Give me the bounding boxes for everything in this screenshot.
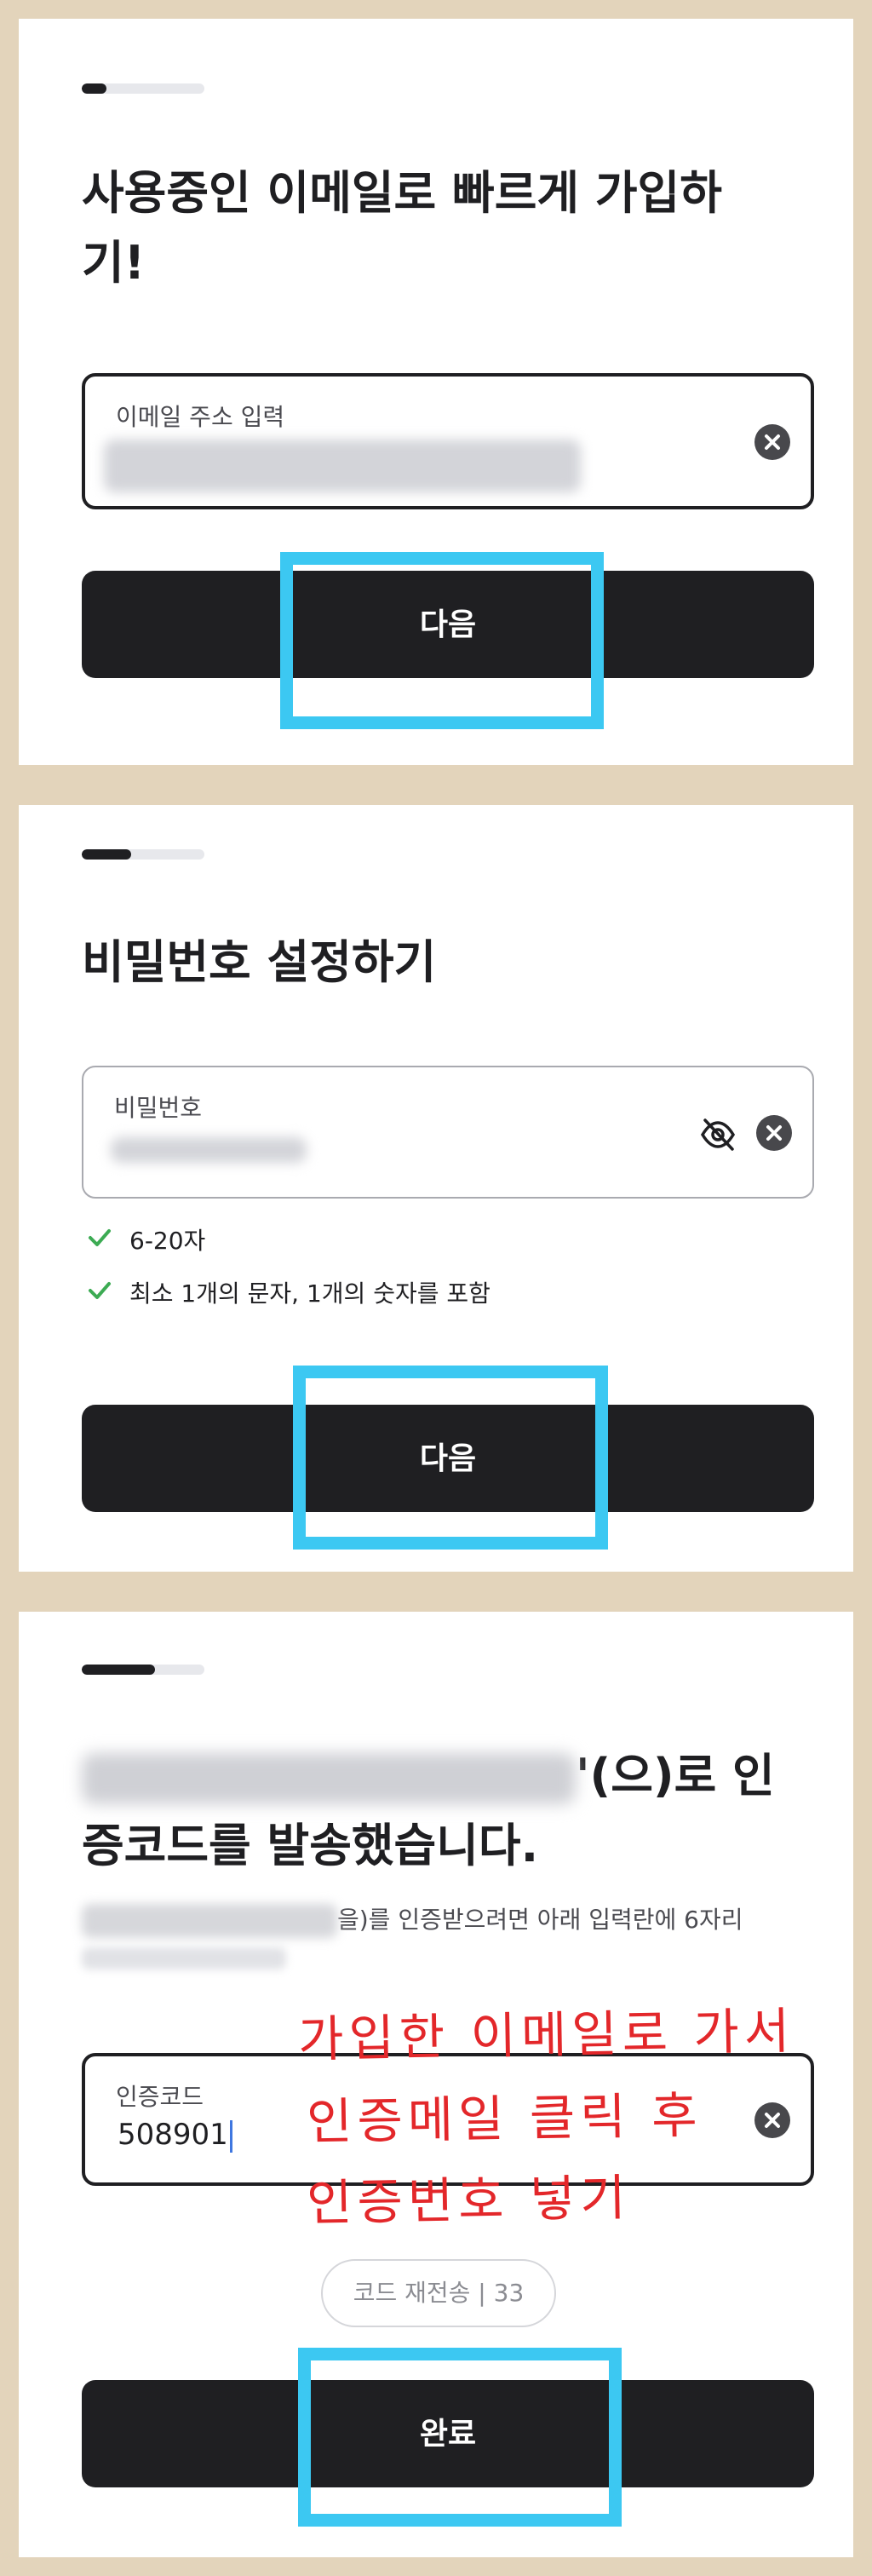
clear-icon[interactable] [756, 1115, 792, 1151]
password-rule-text: 6-20자 [129, 1227, 206, 1255]
description-text: 을)를 인증받으려면 아래 입력란에 6자리 [337, 1906, 743, 1934]
annotation-line: 가입한 이메일로 가서 [297, 2001, 795, 2069]
progress-bar [82, 83, 204, 94]
code-value: 508901 [118, 2118, 228, 2152]
next-button-label: 다음 [419, 1440, 477, 1475]
verification-description: 을)를 인증받으려면 아래 입력란에 6자리 [82, 1901, 814, 1976]
resend-code-button[interactable]: 코드 재전송 | 33 [321, 2259, 556, 2327]
email-redacted [82, 1904, 337, 1938]
password-field-label: 비밀번호 [114, 1094, 203, 1122]
clear-icon[interactable] [754, 424, 790, 460]
eye-off-icon[interactable] [698, 1115, 737, 1154]
title-line-1: 사용중인 이메일로 빠르게 가입하 [82, 166, 722, 220]
progress-fill [82, 1665, 156, 1675]
progress-fill [82, 849, 131, 860]
next-button[interactable]: 다음 [82, 1405, 814, 1512]
annotation-line: 인증메일 클릭 후 [306, 2085, 703, 2152]
code-field-label: 인증코드 [116, 2083, 204, 2111]
password-step-card: 비밀번호 설정하기 비밀번호 6-20자 최소 1개의 문자, 1개의 숫자를 … [19, 805, 853, 1572]
check-icon [89, 1229, 111, 1246]
password-value-masked [111, 1137, 307, 1163]
next-button[interactable]: 다음 [82, 571, 814, 678]
submit-button[interactable]: 완료 [82, 2380, 814, 2487]
title-line-2: 기! [82, 236, 146, 290]
password-field[interactable]: 비밀번호 [82, 1066, 814, 1199]
title-line-2: 증코드를 발송했습니다. [82, 1819, 539, 1872]
code-field-value: 508901 [118, 2118, 232, 2153]
page-title: 비밀번호 설정하기 [82, 935, 437, 989]
clear-icon[interactable] [754, 2102, 790, 2138]
email-field[interactable]: 이메일 주소 입력 [82, 373, 814, 509]
submit-button-label: 완료 [419, 2416, 477, 2451]
email-redacted [82, 1753, 576, 1805]
page-title: '(으)로 인 증코드를 발송했습니다. [82, 1741, 814, 1881]
email-step-card: 사용중인 이메일로 빠르게 가입하 기! 이메일 주소 입력 다음 [19, 19, 853, 765]
check-icon [89, 1282, 111, 1299]
text-caret [229, 2119, 232, 2153]
verification-step-card: '(으)로 인 증코드를 발송했습니다. 을)를 인증받으려면 아래 입력란에 … [19, 1612, 853, 2557]
progress-fill [82, 83, 106, 94]
annotation-line: 인증번호 넣기 [306, 2168, 632, 2233]
email-value-redacted [104, 440, 581, 492]
page-title: 사용중인 이메일로 빠르게 가입하 기! [82, 158, 814, 298]
email-field-label: 이메일 주소 입력 [116, 403, 285, 431]
progress-bar [82, 1665, 204, 1675]
progress-bar [82, 849, 204, 860]
password-rule-text: 최소 1개의 문자, 1개의 숫자를 포함 [129, 1279, 490, 1308]
description-redacted [82, 1947, 286, 1969]
title-line-1-suffix: '(으)로 인 [576, 1749, 775, 1803]
next-button-label: 다음 [419, 607, 477, 641]
